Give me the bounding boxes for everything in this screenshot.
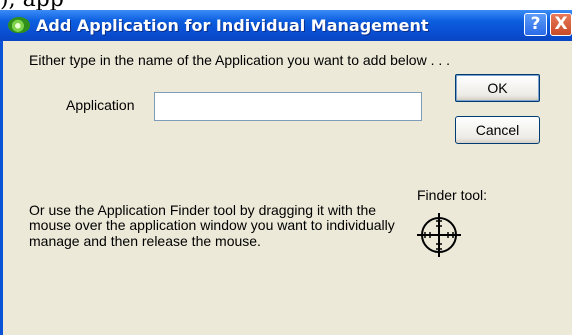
finder-tool-label: Finder tool: bbox=[417, 187, 488, 203]
background-text-strip: ), app bbox=[0, 0, 572, 11]
intro-text: Either type in the name of the Applicati… bbox=[29, 52, 451, 68]
crosshair-icon[interactable] bbox=[415, 211, 463, 259]
ok-button[interactable]: OK bbox=[455, 74, 540, 102]
cancel-button[interactable]: Cancel bbox=[455, 116, 540, 144]
nvidia-app-icon bbox=[8, 17, 30, 33]
help-button[interactable]: ? bbox=[524, 13, 547, 36]
dialog-window: Add Application for Individual Managemen… bbox=[0, 10, 572, 335]
window-title: Add Application for Individual Managemen… bbox=[36, 16, 429, 35]
dialog-client-area: Either type in the name of the Applicati… bbox=[3, 41, 572, 335]
finder-instructions-text: Or use the Application Finder tool by dr… bbox=[29, 202, 395, 249]
application-label: Application bbox=[66, 97, 135, 113]
title-bar[interactable]: Add Application for Individual Managemen… bbox=[0, 10, 572, 41]
application-input[interactable] bbox=[154, 92, 422, 121]
close-button[interactable]: X bbox=[550, 13, 572, 36]
